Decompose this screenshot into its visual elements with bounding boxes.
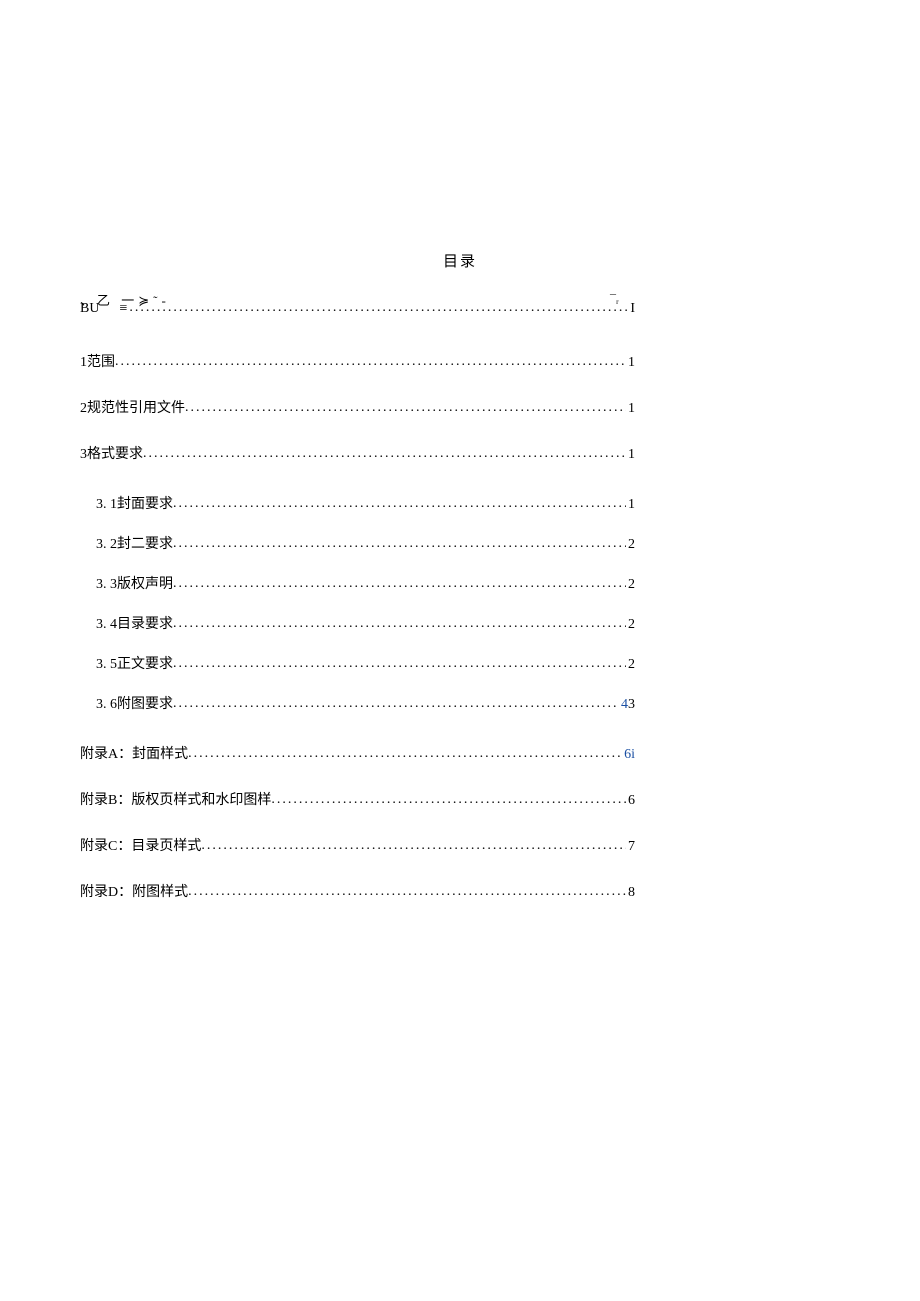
toc-entry-appendix-b: 附录B：版权页样式和水印图样 6 xyxy=(80,789,635,809)
toc-page-number: 6i xyxy=(622,747,635,763)
toc-page-number: 1 xyxy=(626,447,635,463)
toc-entry-3-5: 3. 5正文要求 2 xyxy=(80,653,635,673)
toc-entry-format-req: 3格式要求 1 xyxy=(80,443,635,463)
toc-page-number: I xyxy=(628,301,635,317)
toc-title: 目录 xyxy=(80,250,840,271)
leader-dots xyxy=(271,792,626,808)
leader-dots xyxy=(129,301,628,316)
toc-page-number: 1 xyxy=(626,497,635,513)
leader-dots xyxy=(173,696,619,712)
toc-label: 3. 4目录要求 xyxy=(96,613,173,633)
leader-dots xyxy=(173,656,626,672)
toc-entry-appendix-a: 附录A：封面样式 6i xyxy=(80,743,635,763)
toc-label: 附录D：附图样式 xyxy=(80,881,188,901)
toc-entry-3-4: 3. 4目录要求 2 xyxy=(80,613,635,633)
toc-page-number: 7 xyxy=(626,839,635,855)
toc-entry-3-6: 3. 6附图要求 43 xyxy=(80,693,635,713)
toc-entry-appendix-c: 附录C：目录页样式 7 xyxy=(80,835,635,855)
toc-entry-scope: 1范围 1 xyxy=(80,351,635,371)
leader-dots xyxy=(173,576,626,592)
toc-label: 1范围 xyxy=(80,351,115,371)
leader-dots xyxy=(173,536,626,552)
leader-dots xyxy=(173,616,626,632)
toc-label: 3格式要求 xyxy=(80,443,143,463)
leader-dots xyxy=(115,354,626,370)
toc-label: 3. 1封面要求 xyxy=(96,493,173,513)
toc-entry-3-1: 3. 1封面要求 1 xyxy=(80,493,635,513)
toc-page-number: 6 xyxy=(626,793,635,809)
toc-page-number: 2 xyxy=(626,617,635,633)
toc-label: 附录A：封面样式 xyxy=(80,743,188,763)
toc-page-number: 1 xyxy=(626,355,635,371)
document-page: 目录 、乙 一≽˜- ¯ᵣ BU ≡ I 1范围 1 2规范性引用文件 1 3格… xyxy=(0,0,920,1007)
toc-label: 附录B：版权页样式和水印图样 xyxy=(80,789,271,809)
toc-label: 3. 5正文要求 xyxy=(96,653,173,673)
leader-dots xyxy=(188,884,626,900)
toc-entry-preface: BU ≡ I xyxy=(80,301,635,317)
toc-entry-appendix-d: 附录D：附图样式 8 xyxy=(80,881,635,901)
toc-page-number: 43 xyxy=(619,697,635,713)
toc-page-number: 2 xyxy=(626,657,635,673)
toc-entry-3-2: 3. 2封二要求 2 xyxy=(80,533,635,553)
toc-page-number: 8 xyxy=(626,885,635,901)
toc-label: 附录C：目录页样式 xyxy=(80,835,201,855)
toc-label: 3. 6附图要求 xyxy=(96,693,173,713)
toc-entry-3-3: 3. 3版权声明 2 xyxy=(80,573,635,593)
leader-dots xyxy=(201,838,626,854)
toc-page-number: 2 xyxy=(626,577,635,593)
toc-page-number: 1 xyxy=(626,401,635,417)
leader-dots xyxy=(185,400,626,416)
leader-dots xyxy=(188,746,622,762)
toc-label: 3. 3版权声明 xyxy=(96,573,173,593)
toc-label: 3. 2封二要求 xyxy=(96,533,173,553)
leader-dots xyxy=(143,446,626,462)
toc-page-number: 2 xyxy=(626,537,635,553)
leader-dots xyxy=(173,496,626,512)
toc-label: 2规范性引用文件 xyxy=(80,397,185,417)
toc-entry-normative-refs: 2规范性引用文件 1 xyxy=(80,397,635,417)
